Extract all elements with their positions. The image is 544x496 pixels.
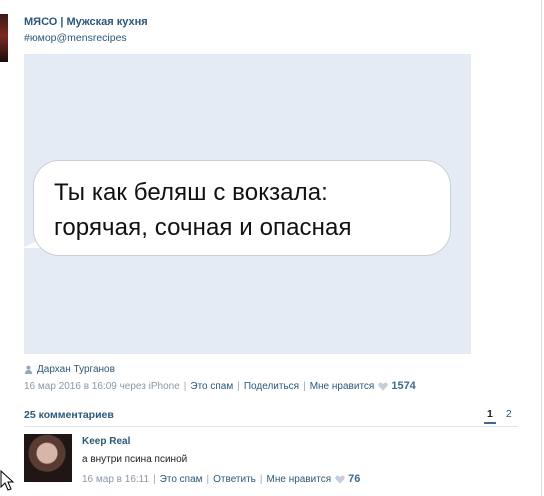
post-author-row: Дархан Турганов [24,364,115,375]
comment-author-link[interactable]: Keep Real [82,436,130,447]
comment-spam-link[interactable]: Это спам [160,474,203,485]
comment-meta-row: 16 мар в 16:11 | Это спам | Ответить | М… [82,473,361,485]
bubble-line-2: горячая, сочная и опасная [54,214,352,241]
comments-pager: 1 2 [484,408,512,424]
comment-text: а внутри псина псиной [82,454,188,465]
group-avatar[interactable] [0,14,8,62]
hashtag-link[interactable]: #юмор@mensrecipes [24,32,127,44]
comment-reply-link[interactable]: Ответить [213,474,256,485]
pager-page-1[interactable]: 1 [484,408,496,424]
bubble-line-1: Ты как беляш с вокзала: [54,179,328,206]
post-date[interactable]: 16 мар 2016 в 16:09 через iPhone [24,381,180,392]
like-button[interactable]: Мне нравится [310,381,375,392]
post-author-link[interactable]: Дархан Турганов [37,364,115,375]
comment-date[interactable]: 16 мар в 16:11 [82,474,149,485]
pager-page-2[interactable]: 2 [506,408,512,424]
comment-likes-count[interactable]: 76 [348,473,360,485]
comment-avatar[interactable] [24,434,72,482]
likes-count[interactable]: 1574 [391,380,415,392]
comments-divider [24,426,518,427]
user-icon [24,365,33,374]
spam-link[interactable]: Это спам [190,381,233,392]
right-frame-border [541,0,542,496]
arrow-cursor-icon [0,470,15,491]
speech-bubble: Ты как беляш с вокзала: горячая, сочная … [33,160,451,256]
heart-icon[interactable] [378,382,389,391]
group-title-link[interactable]: МЯСО | Мужская кухня [24,16,148,28]
post-meta-row: 16 мар 2016 в 16:09 через iPhone | Это с… [24,380,416,392]
heart-icon[interactable] [335,475,345,484]
share-link[interactable]: Поделиться [244,381,299,392]
comment-like-button[interactable]: Мне нравится [267,474,332,485]
comments-count: 25 комментариев [24,409,114,421]
